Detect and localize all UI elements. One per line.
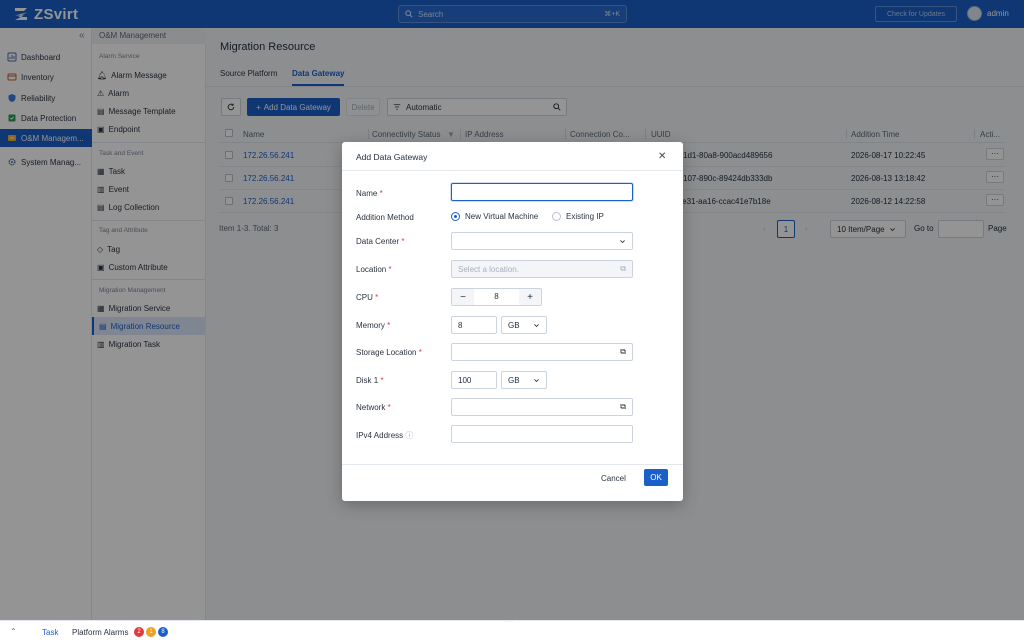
- unit-value: GB: [508, 375, 520, 385]
- ipv4-address-field[interactable]: [451, 425, 633, 443]
- datacenter-select[interactable]: [451, 232, 633, 250]
- radio-checked-icon: [451, 212, 460, 221]
- divider: [342, 170, 683, 171]
- location-label: Location *: [356, 265, 392, 274]
- alarm-badge-critical[interactable]: 2: [134, 627, 144, 637]
- memory-label: Memory *: [356, 321, 390, 330]
- name-field[interactable]: [451, 183, 633, 201]
- platform-alarms-link[interactable]: Platform Alarms: [72, 628, 128, 637]
- name-label: Name *: [356, 189, 383, 198]
- disk-unit-select[interactable]: GB: [501, 371, 547, 389]
- dialog-title: Add Data Gateway: [356, 152, 428, 162]
- divider: [342, 464, 683, 465]
- ipv4-label: IPv4 Address ⓘ: [356, 430, 413, 441]
- expand-icon[interactable]: ⌃: [10, 627, 17, 636]
- field-label-text: CPU: [356, 293, 373, 302]
- status-bar: ··· ⌃ Task Platform Alarms 2 1 8: [0, 619, 1024, 642]
- disk-size-field[interactable]: 100: [451, 371, 497, 389]
- required-marker: *: [387, 403, 391, 412]
- alarm-badge-warning[interactable]: 1: [146, 627, 156, 637]
- cancel-button[interactable]: Cancel: [601, 474, 626, 483]
- radio-existing-ip[interactable]: Existing IP: [552, 212, 604, 221]
- chevron-down-icon: [620, 239, 625, 243]
- required-marker: *: [388, 265, 392, 274]
- required-marker: *: [380, 376, 384, 385]
- chevron-down-icon: [534, 323, 539, 327]
- task-link[interactable]: Task: [42, 628, 58, 637]
- field-label-text: Disk 1: [356, 376, 379, 385]
- required-marker: *: [418, 348, 422, 357]
- close-icon[interactable]: ✕: [658, 151, 666, 162]
- location-field[interactable]: Select a location. ⧉: [451, 260, 633, 278]
- field-label-text: Network: [356, 403, 386, 412]
- field-label-text: Data Center: [356, 237, 400, 246]
- required-marker: *: [387, 321, 391, 330]
- cpu-label: CPU *: [356, 293, 378, 302]
- field-label-text: IPv4 Address: [356, 431, 404, 440]
- disk-label: Disk 1 *: [356, 376, 384, 385]
- ok-button[interactable]: OK: [644, 469, 668, 486]
- picker-icon[interactable]: ⧉: [620, 347, 626, 357]
- radio-label: Existing IP: [566, 212, 604, 221]
- storage-label: Storage Location *: [356, 348, 422, 357]
- memory-value: 8: [458, 320, 463, 330]
- info-icon[interactable]: ⓘ: [405, 431, 413, 440]
- radio-unchecked-icon: [552, 212, 561, 221]
- resize-handle[interactable]: ···: [505, 619, 519, 625]
- chevron-down-icon: [534, 378, 539, 382]
- required-marker: *: [401, 237, 405, 246]
- cpu-value[interactable]: 8: [474, 289, 519, 305]
- field-label-text: Memory: [356, 321, 385, 330]
- plus-icon[interactable]: +: [519, 289, 541, 305]
- radio-label: New Virtual Machine: [465, 212, 539, 221]
- datacenter-label: Data Center *: [356, 237, 405, 246]
- location-placeholder: Select a location.: [458, 264, 519, 274]
- picker-icon[interactable]: ⧉: [620, 402, 626, 412]
- minus-icon[interactable]: −: [452, 289, 474, 305]
- cpu-stepper[interactable]: − 8 +: [451, 288, 542, 306]
- picker-icon[interactable]: ⧉: [620, 264, 626, 274]
- storage-location-field[interactable]: ⧉: [451, 343, 633, 361]
- memory-field[interactable]: 8: [451, 316, 497, 334]
- memory-unit-select[interactable]: GB: [501, 316, 547, 334]
- method-label: Addition Method: [356, 213, 414, 222]
- field-label-text: Name: [356, 189, 378, 198]
- add-data-gateway-dialog: Add Data Gateway ✕ Name * Addition Metho…: [342, 142, 683, 501]
- field-label-text: Location: [356, 265, 387, 274]
- required-marker: *: [375, 293, 379, 302]
- alarm-badge-info[interactable]: 8: [158, 627, 168, 637]
- disk-value: 100: [458, 375, 472, 385]
- unit-value: GB: [508, 320, 520, 330]
- radio-new-vm[interactable]: New Virtual Machine: [451, 212, 538, 221]
- network-label: Network *: [356, 403, 391, 412]
- required-marker: *: [379, 189, 383, 198]
- field-label-text: Storage Location: [356, 348, 417, 357]
- network-field[interactable]: ⧉: [451, 398, 633, 416]
